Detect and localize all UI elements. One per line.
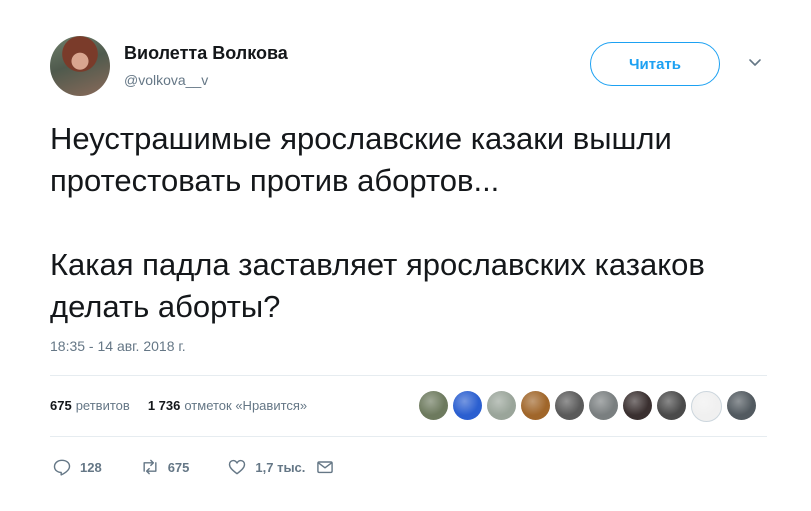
message-action[interactable] [315,457,335,477]
liker-avatar[interactable] [419,391,448,420]
liker-avatar[interactable] [657,391,686,420]
tweet-text-line2: Какая падла заставляет ярославских казак… [50,247,705,324]
retweet-count: 675 [167,459,190,475]
retweet-action[interactable]: 675 [140,457,190,477]
author-handle[interactable]: @volkova__v [124,72,208,88]
liker-avatar[interactable] [487,391,516,420]
liker-avatar[interactable] [691,391,722,422]
heart-icon [229,459,246,475]
reply-count: 128 [80,459,102,475]
chevron-down-icon[interactable] [748,56,762,70]
follow-button[interactable]: Читать [590,42,720,86]
author-name[interactable]: Виолетта Волкова [124,43,288,64]
liker-avatar[interactable] [521,391,550,420]
likes-label[interactable]: отметок «Нравится» [184,398,307,413]
reply-action[interactable]: 128 [52,457,102,477]
tweet-timestamp[interactable]: 18:35 - 14 авг. 2018 г. [50,338,186,354]
like-count: 1,7 тыс. [255,459,306,475]
tweet-text: Неустрашимые ярославские казаки вышли пр… [50,118,790,328]
liker-avatar[interactable] [727,391,756,420]
author-avatar[interactable] [50,36,110,96]
envelope-icon [317,461,334,474]
retweets-label[interactable]: ретвитов [76,398,130,413]
tweet-text-line1: Неустрашимые ярославские казаки вышли пр… [50,121,672,198]
liker-avatar[interactable] [589,391,618,420]
like-action[interactable]: 1,7 тыс. [227,457,305,477]
liker-avatar[interactable] [623,391,652,420]
engagement-stats: 675 ретвитов 1 736 отметок «Нравится» [50,398,307,413]
retweet-icon [143,459,157,475]
likes-count[interactable]: 1 736 [148,398,181,413]
retweets-count[interactable]: 675 [50,398,72,413]
action-bar: 128 675 1,7 тыс. [52,457,335,477]
liker-avatar[interactable] [453,391,482,420]
liker-avatars [419,391,756,422]
liker-avatar[interactable] [555,391,584,420]
reply-icon [53,459,71,476]
divider [50,375,767,376]
divider [50,436,767,437]
